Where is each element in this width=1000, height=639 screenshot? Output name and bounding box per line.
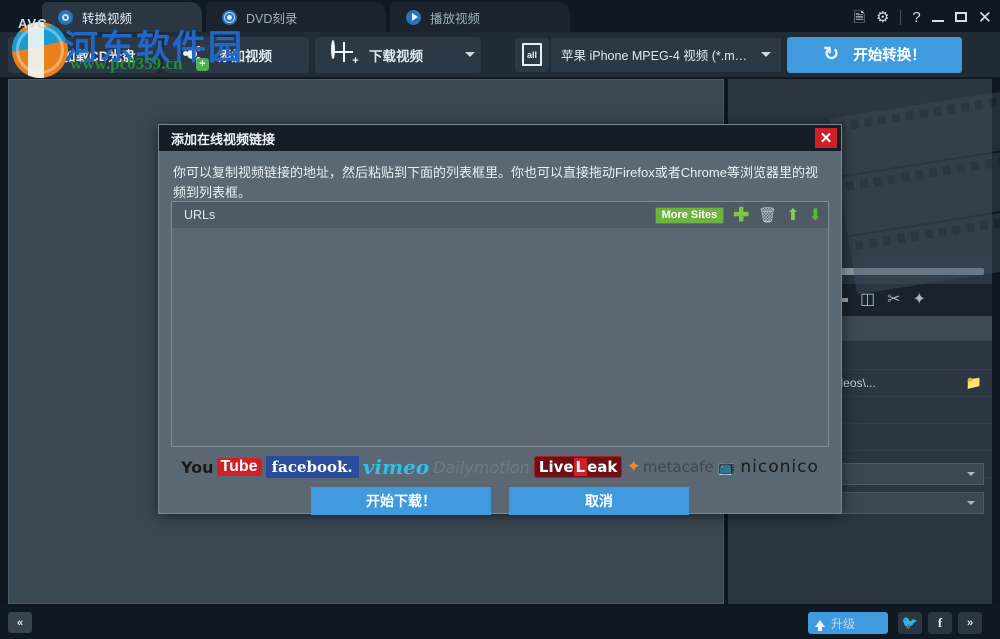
help-icon[interactable]: ? — [912, 10, 920, 25]
play-icon — [406, 10, 421, 25]
cancel-button[interactable]: 取消 — [509, 487, 689, 515]
facebook-icon[interactable]: f — [928, 612, 952, 634]
gear-icon[interactable]: ⚙ — [876, 10, 889, 25]
start-convert-button[interactable]: ↻ 开始转换！ — [787, 37, 962, 73]
urls-header-label: URLs — [184, 208, 215, 222]
arrow-up-icon[interactable]: ⬆ — [786, 207, 799, 224]
tv-icon: 📺 — [718, 458, 737, 476]
collapse-button[interactable]: « — [8, 612, 32, 633]
convert-icon — [58, 10, 73, 25]
upgrade-button[interactable]: 升级 — [808, 612, 888, 634]
facebook-logo: facebook. — [266, 456, 359, 478]
facebook-text: facebook. — [266, 456, 359, 478]
download-video-label: 下载视频 — [369, 45, 423, 65]
folder-icon[interactable]: 📁 — [966, 375, 982, 391]
tab-convert-video[interactable]: 转换视频 — [42, 2, 202, 32]
more-button[interactable]: » — [958, 612, 982, 634]
chevron-down-icon[interactable] — [465, 52, 475, 57]
download-video-button[interactable]: + 下载视频 — [315, 37, 481, 73]
main-toolbar: + 加载CD光盘 + 添加视频 + 下载视频 all 苹果 iPhone MPE… — [0, 32, 1000, 78]
chevron-down-icon[interactable] — [761, 52, 771, 57]
dailymotion-text: Dailymotion — [433, 458, 530, 477]
tab-bar: 转换视频 DVD刻录 播放视频 🗎 ⚙ ? ✕ — [0, 0, 1000, 32]
tab-dvd-burn[interactable]: DVD刻录 — [206, 2, 386, 32]
more-sites-button[interactable]: More Sites — [655, 207, 725, 224]
star-icon: ✦ — [626, 457, 640, 477]
upgrade-label: 升级 — [831, 615, 855, 632]
refresh-icon: ↻ — [823, 45, 839, 64]
vimeo-logo: vimeo — [363, 455, 429, 479]
urls-header: URLs More Sites ✚ 🗑 ⬆ ⬇ — [172, 202, 828, 228]
dvd-icon — [222, 10, 237, 25]
output-format-area: all 苹果 iPhone MPEG-4 视频 (*.mp4) — [515, 37, 781, 73]
liveleak-live: Live — [539, 458, 574, 476]
add-video-label: 添加视频 — [218, 45, 272, 65]
format-profile-icon: all — [515, 38, 549, 72]
scissors-icon[interactable]: ✂ — [887, 292, 900, 308]
dialog-title: 添加在线视频链接 — [171, 129, 275, 148]
add-online-video-dialog: 添加在线视频链接 ✕ 你可以复制视频链接的地址，然后粘贴到下面的列表框里。你也可… — [158, 124, 842, 514]
crop-icon[interactable]: ◫ — [860, 292, 875, 308]
chevron-down-icon[interactable] — [967, 472, 975, 476]
niconico-text: niconico — [740, 457, 819, 477]
close-button[interactable]: ✕ — [978, 10, 992, 25]
dialog-description: 你可以复制视频链接的地址，然后粘贴到下面的列表框里。你也可以直接拖动Firefo… — [173, 163, 827, 203]
urls-list[interactable] — [172, 228, 828, 446]
load-cd-label: 加载CD光盘 — [62, 45, 136, 65]
metacafe-logo: ✦ metacafe — [626, 457, 713, 477]
window-controls: 🗎 ⚙ ? ✕ — [854, 6, 992, 28]
effects-icon[interactable]: ✦ — [913, 292, 926, 308]
cd-reel-icon: + — [24, 42, 50, 68]
liveleak-l: L — [574, 458, 588, 476]
video-reel-icon: + — [180, 42, 206, 68]
add-video-button[interactable]: + 添加视频 — [164, 37, 309, 73]
format-select[interactable]: 苹果 iPhone MPEG-4 视频 (*.mp4) — [551, 38, 781, 72]
minimize-button[interactable] — [932, 12, 944, 22]
format-select-value: 苹果 iPhone MPEG-4 视频 (*.mp4) — [561, 45, 751, 64]
tab-dvd-label: DVD刻录 — [246, 8, 297, 27]
chevron-down-icon[interactable] — [967, 501, 975, 505]
tab-play-label: 播放视频 — [430, 8, 480, 27]
urls-panel: URLs More Sites ✚ 🗑 ⬆ ⬇ — [171, 201, 829, 447]
start-convert-label: 开始转换！ — [853, 44, 926, 65]
film-strip-decoration — [829, 91, 1000, 291]
dialog-buttons: 开始下载！ 取消 — [159, 487, 841, 515]
dailymotion-logo: Dailymotion — [433, 458, 530, 477]
divider — [900, 10, 901, 25]
liveleak-logo: LiveLeak — [534, 456, 623, 478]
bottom-bar: « 升级 🐦 f » — [0, 606, 1000, 639]
tab-convert-label: 转换视频 — [82, 8, 132, 27]
tab-play-video[interactable]: 播放视频 — [390, 2, 570, 32]
add-icon[interactable]: ✚ — [733, 207, 749, 224]
youtube-logo: You Tube — [181, 458, 262, 477]
start-download-button[interactable]: 开始下载！ — [311, 487, 491, 515]
twitter-icon[interactable]: 🐦 — [898, 612, 922, 634]
up-arrow-icon — [815, 620, 825, 627]
metacafe-text: metacafe — [643, 458, 714, 476]
format-icon-text: all — [522, 43, 542, 66]
maximize-button[interactable] — [955, 12, 967, 22]
vimeo-text: vimeo — [363, 455, 429, 479]
liveleak-eak: eak — [587, 458, 617, 476]
supported-sites-logos: You Tube facebook. vimeo Dailymotion Liv… — [171, 447, 829, 487]
trash-icon[interactable]: 🗑 — [758, 207, 777, 224]
dialog-title-bar: 添加在线视频链接 ✕ — [159, 125, 841, 151]
globe-plus-icon: + — [331, 42, 357, 68]
list-icon[interactable]: 🗎 — [854, 10, 865, 24]
youtube-you: You — [181, 458, 214, 477]
arrow-down-icon[interactable]: ⬇ — [809, 207, 822, 224]
load-cd-button[interactable]: + 加载CD光盘 — [8, 37, 158, 73]
close-icon[interactable]: ✕ — [815, 128, 837, 148]
niconico-logo: 📺 niconico — [718, 457, 819, 477]
youtube-tube: Tube — [217, 458, 262, 476]
